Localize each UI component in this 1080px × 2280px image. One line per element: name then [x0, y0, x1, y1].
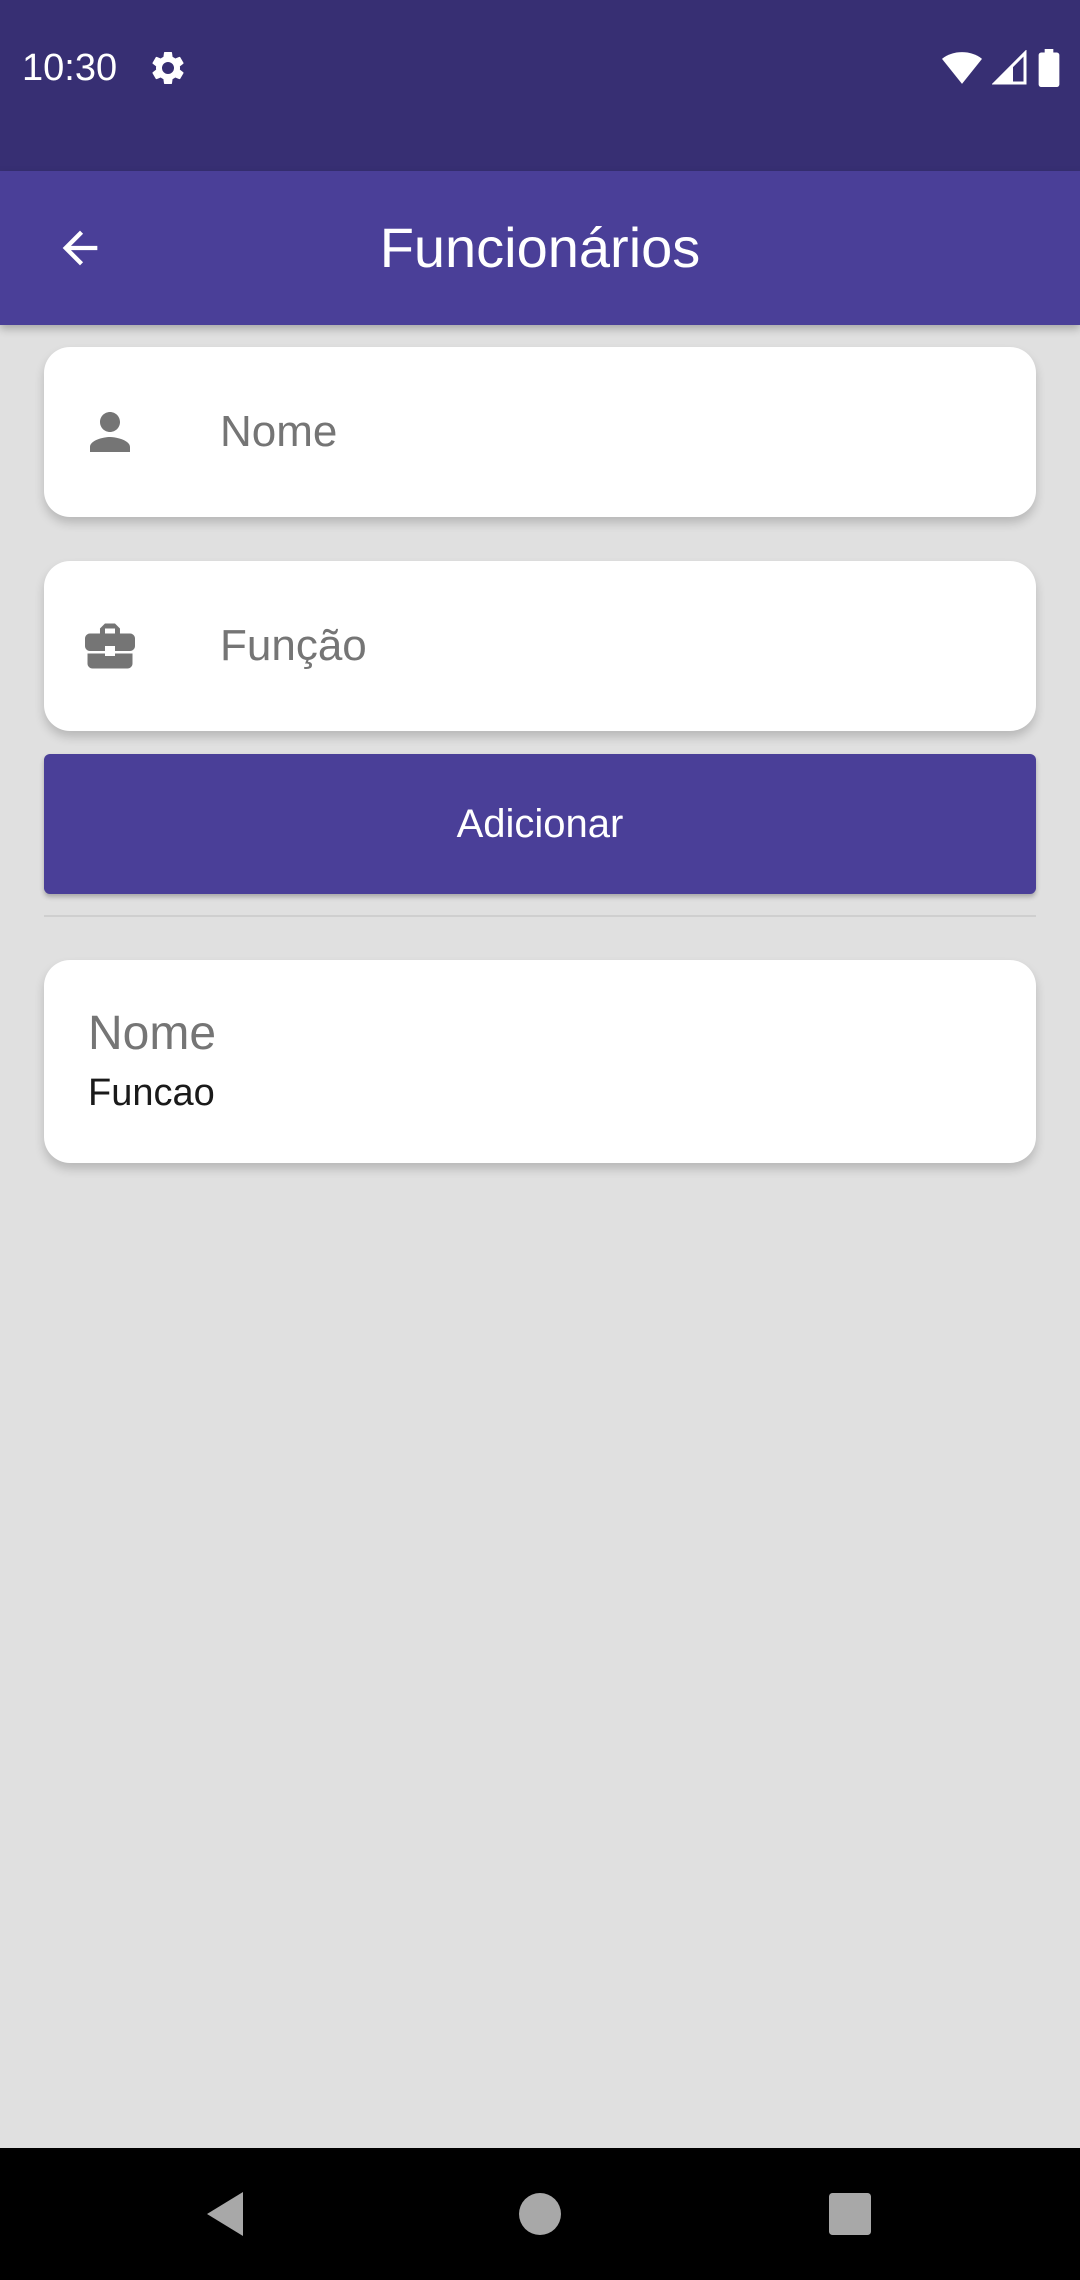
- add-button[interactable]: Adicionar: [44, 754, 1036, 894]
- status-icons: [942, 48, 1060, 88]
- navigation-bar: [0, 2148, 1080, 2280]
- home-circle-icon: [519, 2193, 561, 2235]
- page-title: Funcionários: [379, 216, 701, 279]
- divider: [44, 915, 1036, 917]
- list-item[interactable]: Nome Funcao: [44, 960, 1036, 1163]
- app-bar: Funcionários: [0, 171, 1080, 325]
- back-button[interactable]: [40, 208, 120, 288]
- briefcase-icon: [85, 623, 135, 669]
- nav-back-button[interactable]: [185, 2174, 265, 2254]
- signal-icon: [992, 50, 1027, 85]
- screen: 10:30 Funcionários Nome Função Adicionar…: [0, 0, 1080, 2280]
- status-bar: 10:30: [0, 0, 1080, 171]
- nav-recents-button[interactable]: [810, 2174, 890, 2254]
- battery-icon: [1038, 49, 1060, 87]
- role-input[interactable]: [220, 561, 1000, 731]
- employee-role: Funcao: [88, 1072, 215, 1114]
- status-time: 10:30: [22, 47, 118, 89]
- nav-home-button[interactable]: [500, 2174, 580, 2254]
- employee-name: Nome: [88, 1007, 217, 1060]
- gear-icon: [152, 51, 184, 84]
- recents-square-icon: [829, 2193, 871, 2235]
- arrow-back-icon: [62, 230, 98, 266]
- role-field-card: [44, 561, 1036, 731]
- wifi-icon: [942, 52, 982, 84]
- person-icon: [90, 412, 130, 452]
- name-field-card: [44, 347, 1036, 517]
- back-triangle-icon: [207, 2192, 243, 2236]
- name-input[interactable]: [220, 347, 1000, 517]
